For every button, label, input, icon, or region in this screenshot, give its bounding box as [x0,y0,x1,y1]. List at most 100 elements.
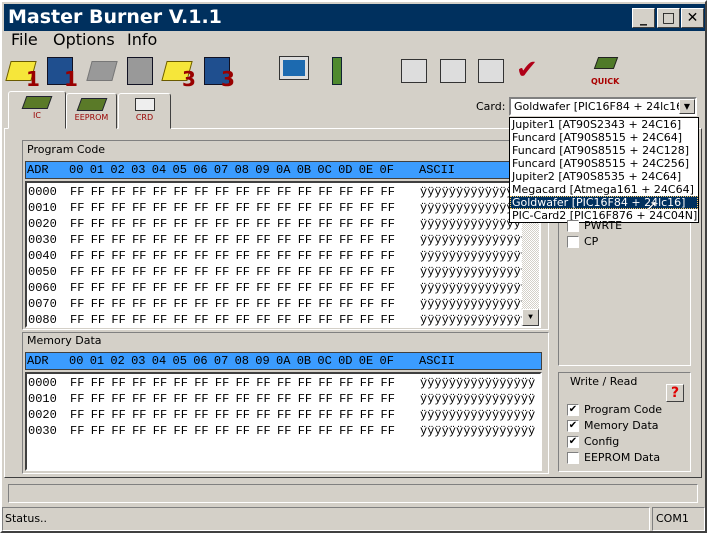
byte-cell[interactable]: FF [339,376,353,390]
write-read-checkbox[interactable] [567,452,579,464]
byte-cell[interactable]: FF [194,233,208,247]
byte-cell[interactable]: FF [153,297,167,311]
computer-button[interactable] [278,55,312,89]
byte-cell[interactable]: FF [153,424,167,438]
byte-cell[interactable]: FF [256,233,270,247]
tab-eeprom[interactable]: EEPROM [66,93,117,129]
byte-cell[interactable]: FF [381,185,395,199]
table-row[interactable]: 0010 FF FF FF FF FF FF FF FF FF FF FF FF FF FF FF FF ÿÿÿÿ… [27,392,540,408]
card-option[interactable]: Funcard [AT90S8515 + 24C256] [510,157,698,170]
byte-cell[interactable]: FF [70,376,84,390]
byte-cell[interactable]: FF [70,313,84,326]
byte-cell[interactable]: FF [194,297,208,311]
menu-options[interactable]: Options [53,30,115,49]
byte-cell[interactable]: FF [215,297,229,311]
byte-cell[interactable]: FF [215,424,229,438]
byte-cell[interactable]: FF [236,424,250,438]
byte-cell[interactable]: FF [111,201,125,215]
byte-cell[interactable]: FF [132,281,146,295]
byte-cell[interactable]: FF [174,201,188,215]
byte-cell[interactable]: FF [277,281,291,295]
card-option[interactable]: Funcard [AT90S8515 + 24C128] [510,144,698,157]
byte-cell[interactable]: FF [360,424,374,438]
byte-cell[interactable]: FF [194,408,208,422]
info-button[interactable] [322,55,356,89]
byte-cell[interactable]: FF [111,233,125,247]
byte-cell[interactable]: FF [339,249,353,263]
byte-cell[interactable]: FF [277,408,291,422]
table-row[interactable]: 0000 FF FF FF FF FF FF FF FF FF FF FF FF FF FF FF FF ÿÿÿÿ… [27,376,540,392]
byte-cell[interactable]: FF [360,313,374,326]
byte-cell[interactable]: FF [381,233,395,247]
byte-cell[interactable]: FF [111,297,125,311]
byte-cell[interactable]: FF [256,201,270,215]
byte-cell[interactable]: FF [298,313,312,326]
menu-file[interactable]: File [11,30,38,49]
byte-cell[interactable]: FF [132,392,146,406]
byte-cell[interactable]: FF [298,185,312,199]
byte-cell[interactable]: FF [339,233,353,247]
byte-cell[interactable]: FF [174,424,188,438]
verify-check-button[interactable]: ✔ [512,55,546,89]
byte-cell[interactable]: FF [70,424,84,438]
byte-cell[interactable]: FF [360,185,374,199]
byte-cell[interactable]: FF [318,185,332,199]
byte-cell[interactable]: FF [91,281,105,295]
byte-cell[interactable]: FF [298,408,312,422]
byte-cell[interactable]: FF [277,249,291,263]
byte-cell[interactable]: FF [381,265,395,279]
byte-cell[interactable]: FF [236,408,250,422]
byte-cell[interactable]: FF [339,281,353,295]
byte-cell[interactable]: FF [339,201,353,215]
byte-cell[interactable]: FF [318,408,332,422]
byte-cell[interactable]: FF [174,265,188,279]
byte-cell[interactable]: FF [277,265,291,279]
byte-cell[interactable]: FF [256,249,270,263]
byte-cell[interactable]: FF [174,313,188,326]
byte-cell[interactable]: FF [70,392,84,406]
byte-cell[interactable]: FF [174,249,188,263]
byte-cell[interactable]: FF [111,281,125,295]
byte-cell[interactable]: FF [194,201,208,215]
save-disk-3-button[interactable]: 3 [201,55,235,91]
card-select[interactable]: Goldwafer [PIC16F84 + 24lc16] ▼ [509,97,697,116]
byte-cell[interactable]: FF [236,185,250,199]
table-row[interactable]: 0070 FF FF FF FF FF FF FF FF FF FF FF FF FF FF FF FF ÿÿÿÿ… [27,297,539,313]
byte-cell[interactable]: FF [256,217,270,231]
byte-cell[interactable]: FF [236,217,250,231]
byte-cell[interactable]: FF [339,408,353,422]
byte-cell[interactable]: FF [215,392,229,406]
write-read-checkbox[interactable]: ✔ [567,404,579,416]
byte-cell[interactable]: FF [360,217,374,231]
minimize-button[interactable]: _ [632,8,655,28]
byte-cell[interactable]: FF [194,376,208,390]
byte-cell[interactable]: FF [91,313,105,326]
byte-cell[interactable]: FF [153,265,167,279]
byte-cell[interactable]: FF [215,217,229,231]
byte-cell[interactable]: FF [318,201,332,215]
table-row[interactable]: 0000 FF FF FF FF FF FF FF FF FF FF FF FF FF FF FF FF ÿÿÿÿ… [27,185,539,201]
byte-cell[interactable]: FF [70,281,84,295]
table-row[interactable]: 0020 FF FF FF FF FF FF FF FF FF FF FF FF FF FF FF FF ÿÿÿÿ… [27,408,540,424]
byte-cell[interactable]: FF [194,265,208,279]
byte-cell[interactable]: FF [153,233,167,247]
byte-cell[interactable]: FF [256,392,270,406]
byte-cell[interactable]: FF [298,392,312,406]
byte-cell[interactable]: FF [381,249,395,263]
byte-cell[interactable]: FF [236,281,250,295]
table-row[interactable]: 0020 FF FF FF FF FF FF FF FF FF FF FF FF FF FF FF FF ÿÿÿÿ… [27,217,539,233]
byte-cell[interactable]: FF [360,265,374,279]
byte-cell[interactable]: FF [70,217,84,231]
byte-cell[interactable]: FF [111,249,125,263]
byte-cell[interactable]: FF [256,185,270,199]
byte-cell[interactable]: FF [91,297,105,311]
byte-cell[interactable]: FF [153,249,167,263]
card-option[interactable]: Jupiter2 [AT90S8535 + 24C64] [510,170,698,183]
byte-cell[interactable]: FF [70,408,84,422]
byte-cell[interactable]: FF [174,392,188,406]
save-disk-2-button[interactable] [124,55,158,89]
byte-cell[interactable]: FF [339,297,353,311]
byte-cell[interactable]: FF [360,233,374,247]
byte-cell[interactable]: FF [236,297,250,311]
byte-cell[interactable]: FF [318,281,332,295]
